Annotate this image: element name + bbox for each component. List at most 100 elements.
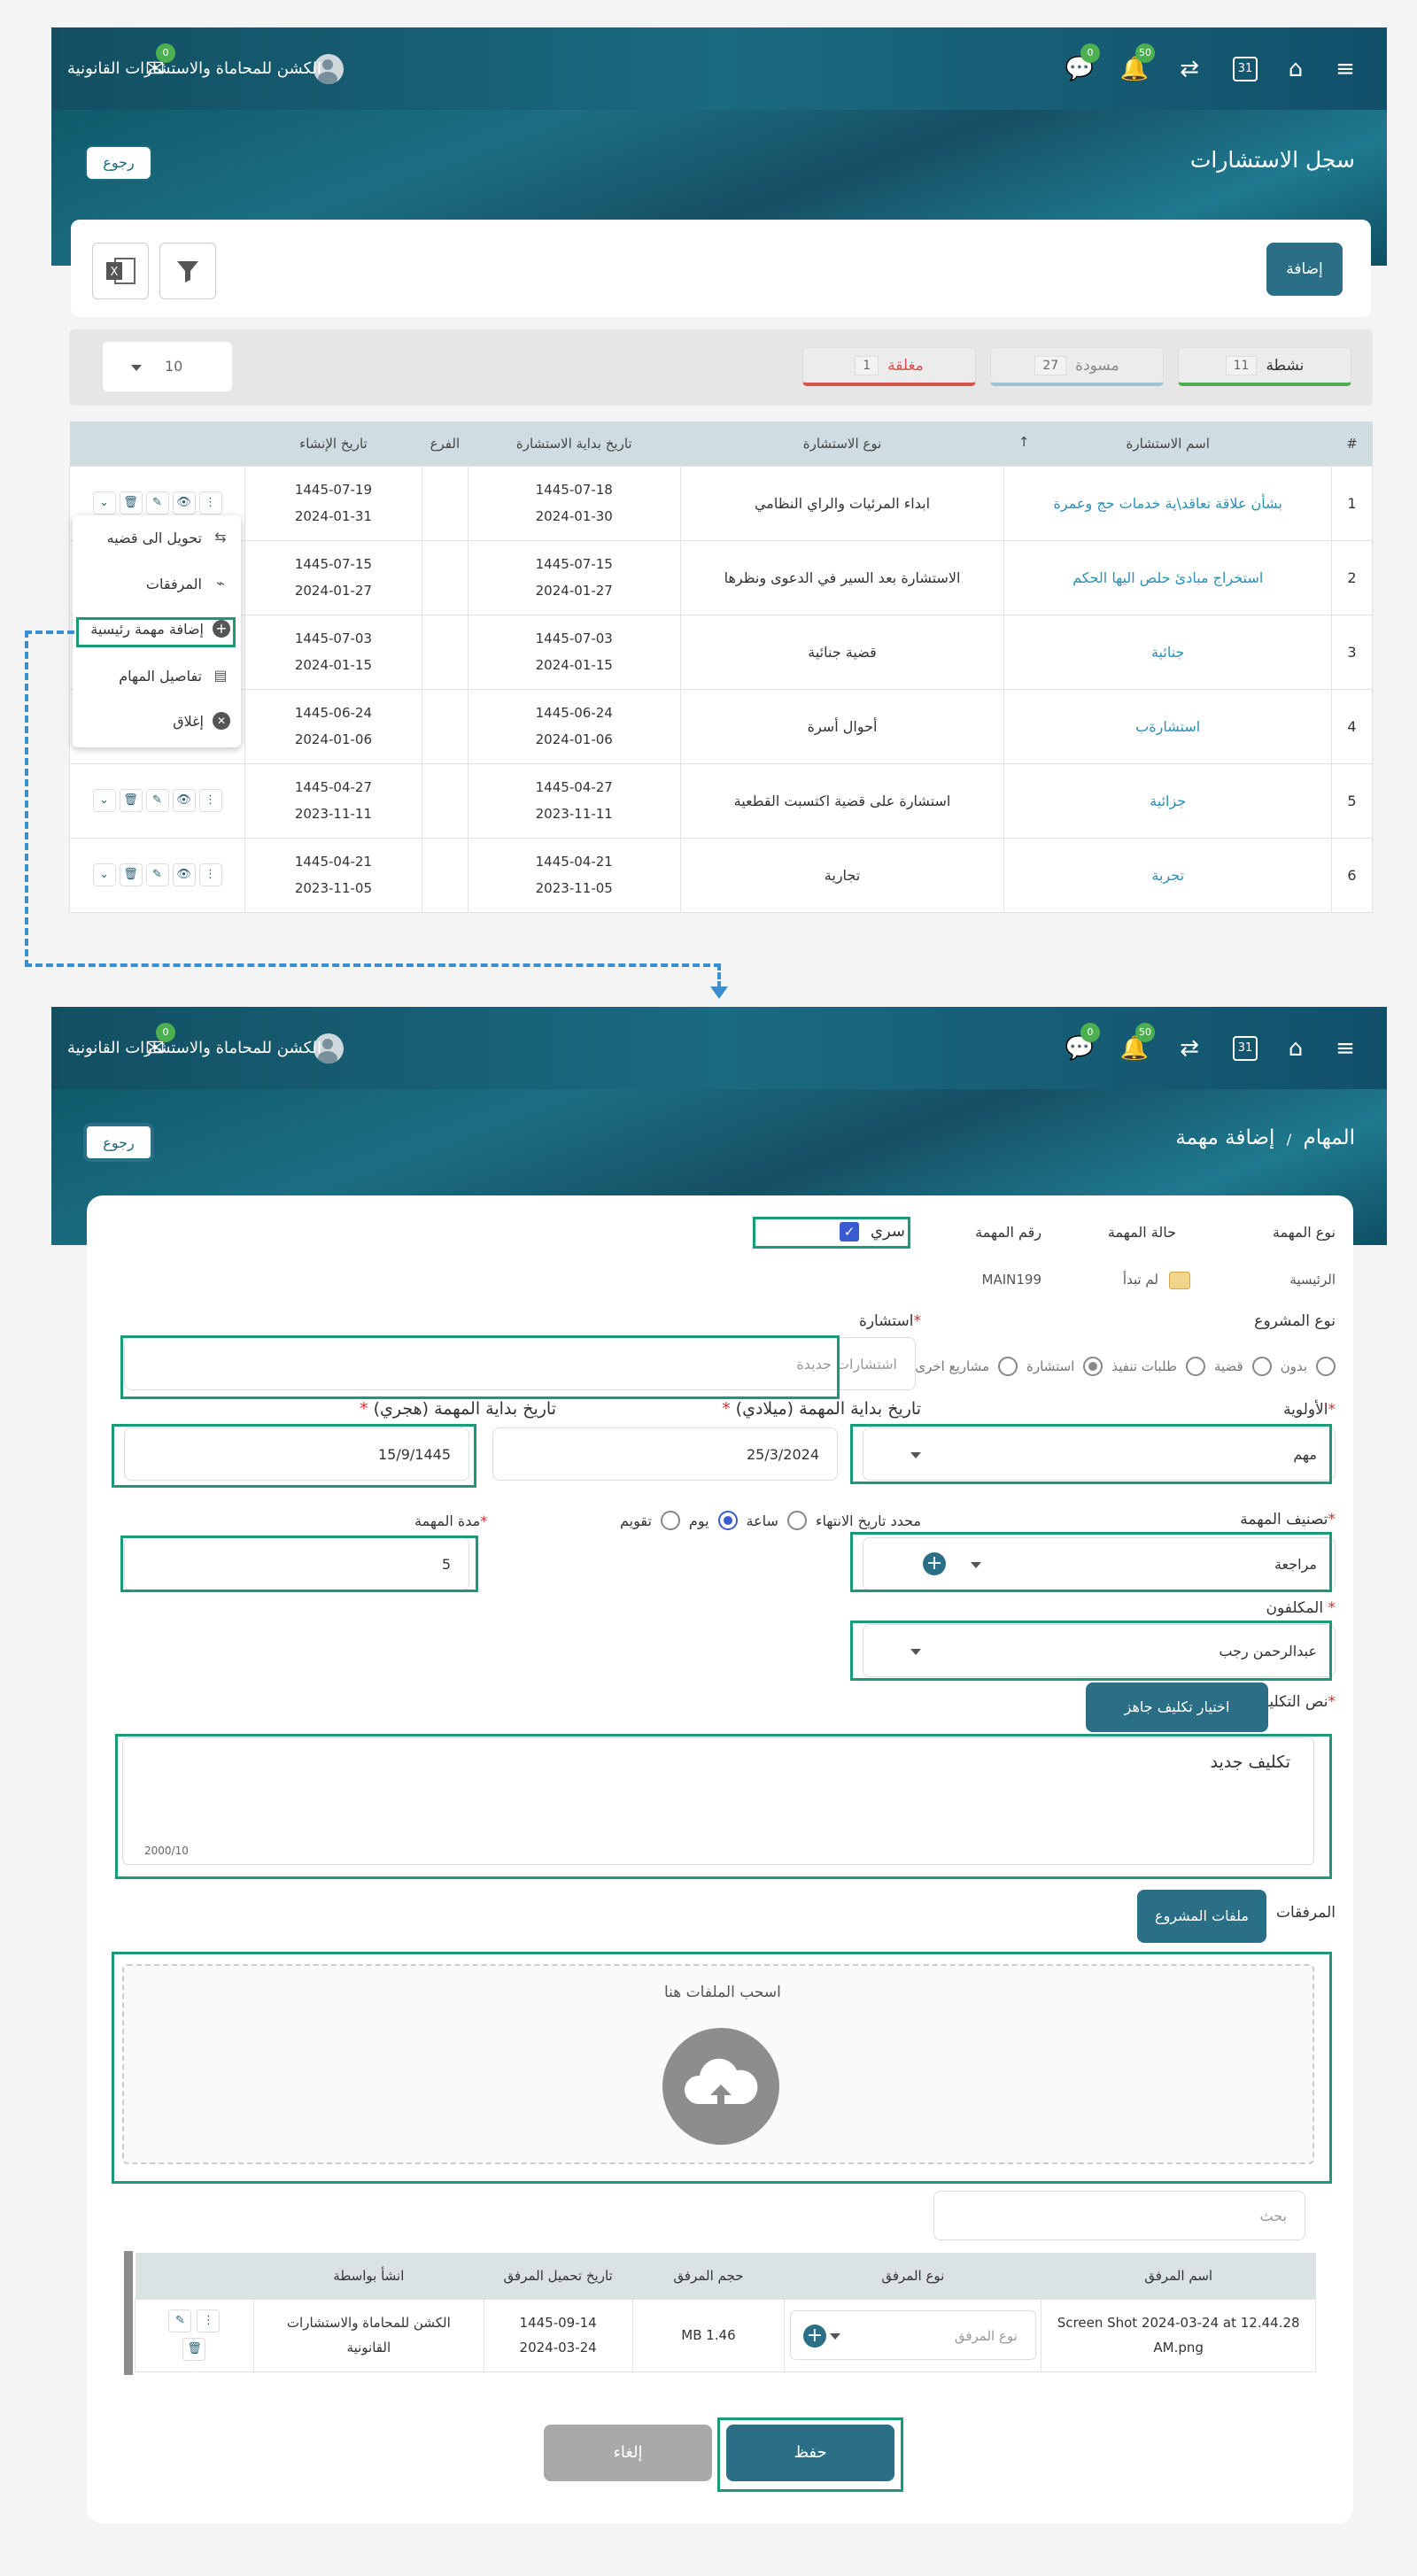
menu-convert-to-case[interactable]: ⇆ تحويل الى قضيه bbox=[107, 528, 230, 547]
calendar-day: 31 bbox=[1237, 1041, 1253, 1055]
view-icon[interactable]: 👁 bbox=[172, 863, 196, 886]
connector-line bbox=[25, 630, 28, 967]
breadcrumb-root[interactable]: المهام bbox=[1303, 1126, 1355, 1149]
col-name[interactable]: اسم الاستشارة ↑ bbox=[1003, 422, 1332, 466]
page-size-select[interactable]: 10 bbox=[103, 342, 232, 391]
back-button[interactable]: رجوع bbox=[83, 1123, 154, 1162]
radio-consultation[interactable] bbox=[1083, 1357, 1103, 1376]
tab-closed[interactable]: مغلقة 1 bbox=[802, 347, 976, 386]
sort-arrow-icon[interactable]: ↑ bbox=[1018, 434, 1030, 450]
menu-close[interactable]: ✕ إغلاق bbox=[173, 712, 230, 730]
delete-icon[interactable]: 🗑 bbox=[119, 789, 143, 812]
date-gregorian: 2023-11-05 bbox=[294, 880, 373, 896]
delete-icon[interactable]: 🗑 bbox=[182, 2338, 206, 2361]
more-icon[interactable]: ⋮ bbox=[198, 863, 222, 886]
view-icon[interactable]: 👁 bbox=[172, 491, 196, 514]
menu-icon[interactable]: ≡ bbox=[1330, 54, 1360, 84]
branch bbox=[421, 688, 468, 764]
date-hijri: 1445-06-24 bbox=[294, 705, 373, 721]
consultation-name-link[interactable]: جنائية bbox=[1003, 614, 1333, 690]
back-button[interactable]: رجوع bbox=[85, 145, 152, 181]
more-icon[interactable]: ⋮ bbox=[198, 491, 222, 514]
col-number: # bbox=[1331, 422, 1373, 466]
consultation-type: الاستشارة بعد السير في الدعوى ونظرها bbox=[679, 539, 1005, 615]
convert-icon: ⇆ bbox=[214, 529, 227, 545]
radio-case[interactable] bbox=[1251, 1357, 1272, 1376]
chevron-down-icon[interactable]: ⌄ bbox=[92, 491, 116, 514]
chevron-down-icon[interactable]: ⌄ bbox=[92, 789, 116, 812]
tab-count: 1 bbox=[855, 355, 879, 375]
col-upload-date: تاريخ تحميل المرفق bbox=[484, 2253, 633, 2299]
start-date-gregorian-input[interactable]: 25/3/2024 bbox=[492, 1427, 838, 1481]
edit-icon[interactable]: ✎ bbox=[145, 863, 169, 886]
consultation-name-link[interactable]: بشأن علاقة تعاقد\ية خدمات حج وعمرة bbox=[1003, 465, 1333, 541]
delete-icon[interactable]: 🗑 bbox=[119, 491, 143, 514]
attachment-date: 1445-09-14 2024-03-24 bbox=[483, 2298, 633, 2372]
add-button[interactable]: إضافة bbox=[1266, 243, 1343, 296]
highlight-secret bbox=[753, 1217, 910, 1249]
date-gregorian: 2023-11-11 bbox=[294, 806, 373, 822]
radio-other-projects[interactable] bbox=[998, 1357, 1018, 1376]
col-created-by: انشأ بواسطة bbox=[253, 2253, 484, 2299]
consultation-name-link[interactable]: استخراج مبادئ حلص اليها الحكم bbox=[1003, 539, 1333, 615]
consultation-name-link[interactable]: استشارةب bbox=[1003, 688, 1333, 764]
toggle-icon[interactable]: ⇄ bbox=[1174, 54, 1204, 84]
ready-assignment-button[interactable]: اختيار تكليف جاهز bbox=[1086, 1683, 1268, 1732]
edit-icon[interactable]: ✎ bbox=[145, 789, 169, 812]
more-icon[interactable]: ⋮ bbox=[197, 2309, 221, 2332]
date-gregorian: 2024-01-15 bbox=[535, 657, 613, 673]
edit-icon[interactable]: ✎ bbox=[145, 491, 169, 514]
date-hijri: 1445-09-14 bbox=[519, 2315, 597, 2331]
start-date: 1445-07-03 2024-01-15 bbox=[467, 614, 681, 690]
date-hijri: 1445-04-27 bbox=[294, 779, 373, 795]
more-icon[interactable]: ⋮ bbox=[198, 789, 222, 812]
calendar-icon[interactable]: 31 bbox=[1233, 1036, 1258, 1061]
calendar-icon[interactable]: 31 bbox=[1233, 57, 1258, 81]
cancel-button[interactable]: إلغاء bbox=[544, 2425, 712, 2481]
radio-label: تقويم bbox=[619, 1512, 652, 1529]
table-row: 6 تجربة تجارية 1445-04-21 2023-11-05 1445-04-… bbox=[68, 837, 1373, 913]
attachment-type-select[interactable]: نوع المرفق + bbox=[789, 2310, 1036, 2360]
input-value: 25/3/2024 bbox=[746, 1445, 819, 1463]
radio-day[interactable] bbox=[660, 1511, 680, 1530]
home-icon[interactable]: ⌂ bbox=[1281, 54, 1311, 84]
consultation-name-link[interactable]: تجربة bbox=[1003, 837, 1333, 913]
placeholder-text: بحث bbox=[1259, 2207, 1288, 2224]
radio-hour[interactable] bbox=[717, 1511, 738, 1530]
excel-icon[interactable]: X bbox=[92, 243, 149, 299]
tab-label: مغلقة bbox=[887, 356, 924, 375]
firm-name: الكشن للمحاماة والاستشارات القانونية bbox=[67, 59, 321, 78]
menu-attachments[interactable]: ⌁ المرفقات bbox=[146, 574, 230, 593]
attachment-search-input[interactable]: بحث bbox=[933, 2191, 1305, 2240]
tab-draft[interactable]: مسودة 27 bbox=[990, 347, 1164, 386]
start-date: 1445-06-24 2024-01-06 bbox=[467, 688, 681, 764]
tab-active[interactable]: نشطة 11 bbox=[1178, 347, 1351, 386]
status-tabs: نشطة 11 مسودة 27 مغلقة 1 10 bbox=[69, 329, 1373, 406]
classification-label: *تصنيف المهمة bbox=[1240, 1511, 1336, 1528]
menu-task-details[interactable]: ▤ تفاصيل المهام bbox=[119, 666, 230, 685]
view-icon[interactable]: 👁 bbox=[172, 789, 196, 812]
date-gregorian: 2024-01-30 bbox=[535, 508, 613, 524]
chat-badge: 0 bbox=[1080, 1023, 1100, 1042]
home-icon[interactable]: ⌂ bbox=[1281, 1033, 1311, 1064]
delete-icon[interactable]: 🗑 bbox=[119, 863, 143, 886]
menu-icon[interactable]: ≡ bbox=[1330, 1033, 1360, 1064]
label-text: استشارة bbox=[858, 1312, 914, 1330]
add-type-icon[interactable]: + bbox=[802, 2325, 826, 2348]
project-files-button[interactable]: ملفات المشروع bbox=[1137, 1890, 1266, 1943]
save-button[interactable]: حفظ bbox=[726, 2425, 894, 2481]
breadcrumb: المهام / إضافة مهمة bbox=[1175, 1126, 1355, 1149]
consultation-name-link[interactable]: جزائية bbox=[1003, 762, 1333, 839]
radio-execution[interactable] bbox=[1185, 1357, 1205, 1376]
chevron-down-icon[interactable]: ⌄ bbox=[92, 863, 116, 886]
radio-end-date[interactable] bbox=[786, 1511, 807, 1530]
firm-name: الكشن للمحاماة والاستشارات القانونية bbox=[67, 1039, 321, 1057]
radio-none[interactable] bbox=[1316, 1357, 1336, 1376]
row-actions: ⌄🗑✎👁⋮ bbox=[68, 837, 246, 913]
filter-icon[interactable] bbox=[159, 243, 216, 299]
highlight-assignment-text bbox=[115, 1734, 1332, 1879]
edit-icon[interactable]: ✎ bbox=[168, 2309, 192, 2332]
consultation-type: ابداء المرئيات والراي النظامي bbox=[679, 465, 1005, 541]
toggle-icon[interactable]: ⇄ bbox=[1174, 1033, 1204, 1064]
chevron-down-icon bbox=[829, 2333, 840, 2340]
